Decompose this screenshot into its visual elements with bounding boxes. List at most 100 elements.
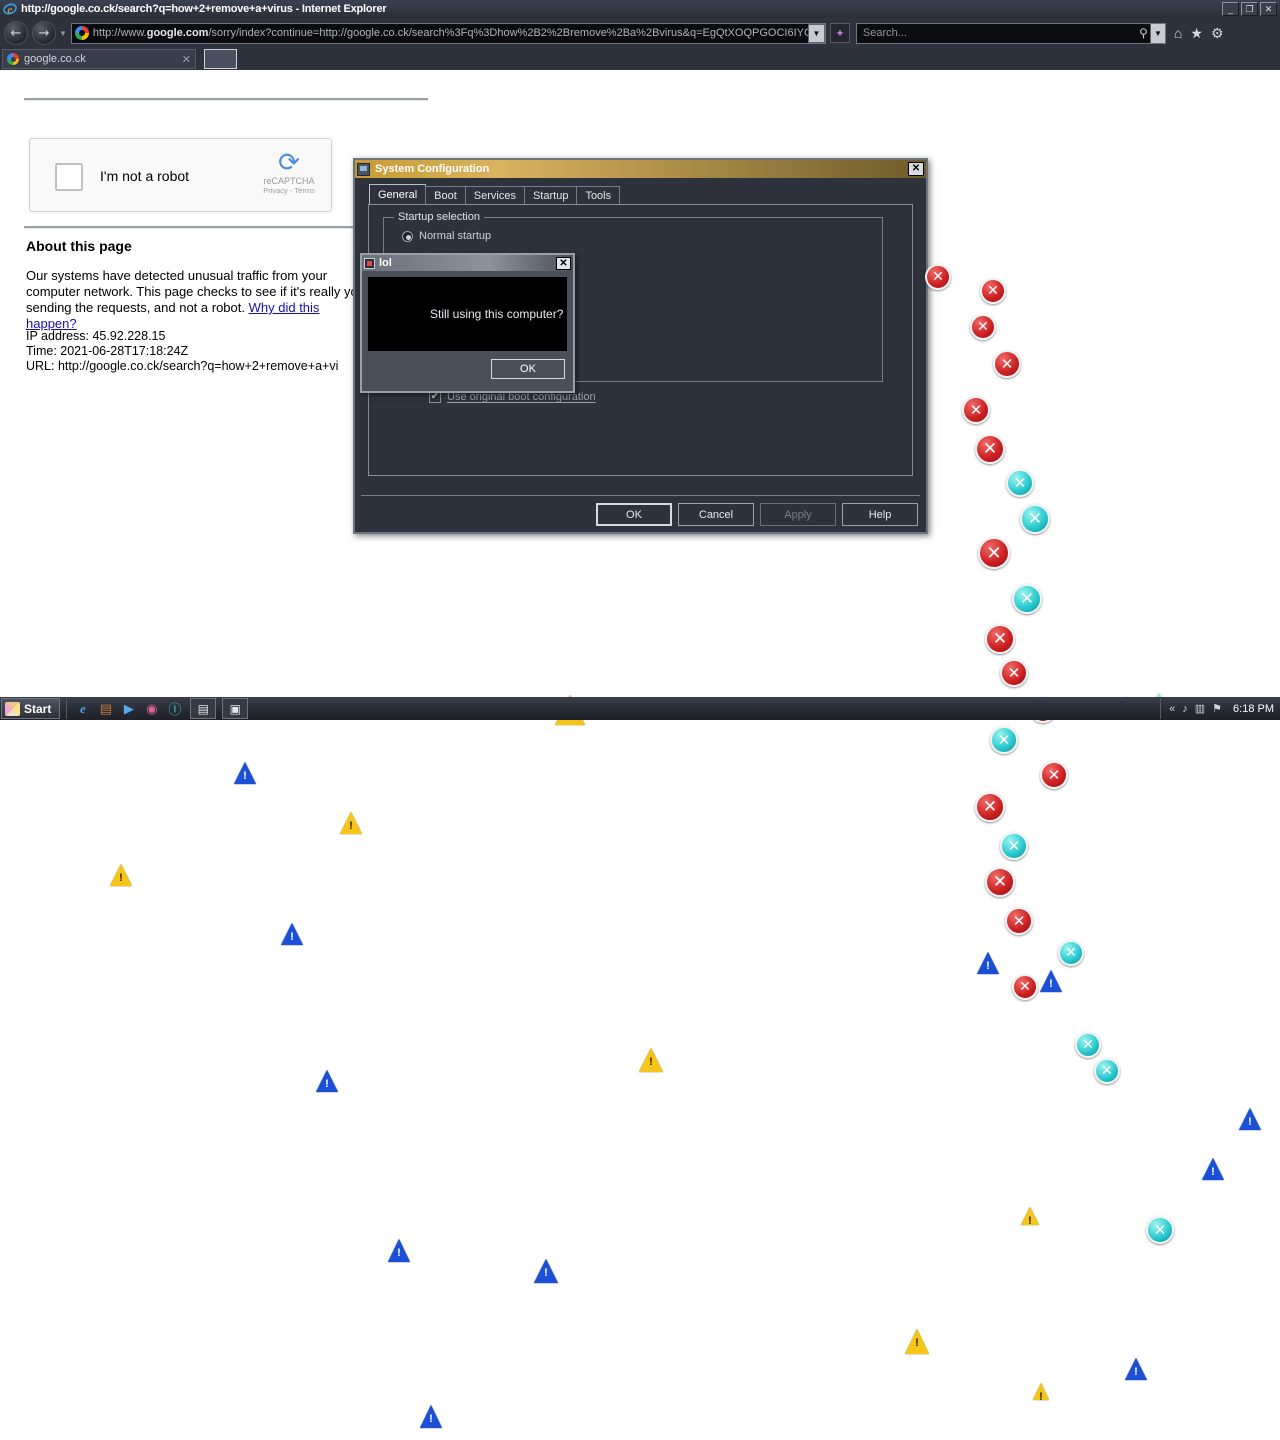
address-bar-text: http://www.google.com/sorry/index?contin… [93, 27, 822, 39]
forward-button[interactable]: → [32, 21, 56, 45]
tab-general[interactable]: General [369, 184, 427, 204]
browser-navigation-bar: ← → ▼ http://www.google.com/sorry/index?… [0, 18, 1280, 48]
search-input[interactable]: Search... [863, 27, 907, 39]
media-player-icon[interactable]: ▶ [119, 699, 138, 718]
taskbar-button-lol[interactable]: ▣ [222, 698, 249, 719]
internet-explorer-icon: e [3, 2, 17, 16]
warning-triangle-icon [1033, 1383, 1049, 1403]
about-paragraph: Our systems have detected unusual traffi… [26, 268, 366, 332]
tab-startup[interactable]: Startup [523, 186, 578, 204]
volume-icon[interactable]: ♪ [1182, 703, 1188, 715]
malware-icon[interactable]: Ⓘ [165, 699, 184, 718]
quick-launch-bar: e ▤ ▶ ◉ Ⓘ [66, 698, 184, 719]
minimize-button[interactable]: _ [1222, 2, 1239, 16]
tab-strip: google.co.ck ✕ [0, 48, 1280, 70]
favorites-star-icon[interactable]: ★ [1190, 26, 1203, 40]
start-button-label: Start [24, 701, 52, 716]
internet-explorer-icon[interactable]: e [73, 699, 92, 718]
cyan-x-icon [1075, 1032, 1101, 1058]
tab-boot[interactable]: Boot [425, 186, 466, 204]
normal-startup-radio[interactable] [402, 230, 413, 242]
taskbar-clock[interactable]: 6:18 PM [1233, 703, 1274, 715]
warning-triangle-icon [110, 864, 132, 886]
maximize-button[interactable]: ❐ [1241, 2, 1258, 16]
recaptcha-refresh-icon: ⟳ [278, 147, 300, 177]
normal-startup-radio-row[interactable]: Normal startup [402, 230, 491, 242]
home-icon[interactable]: ⌂ [1174, 26, 1182, 40]
address-bar[interactable]: http://www.google.com/sorry/index?contin… [70, 22, 826, 44]
gear-icon[interactable]: ⚙ [1211, 26, 1224, 40]
window-title: http://google.co.ck/search?q=how+2+remov… [21, 3, 387, 15]
sysconfig-cancel-button[interactable]: Cancel [678, 503, 754, 526]
info-triangle-icon [420, 1405, 442, 1428]
normal-startup-label: Normal startup [419, 230, 492, 242]
startup-selection-label: Startup selection [394, 211, 484, 223]
sysconfig-help-button[interactable]: Help [842, 503, 918, 526]
search-controls: ⚲ ▼ [1139, 23, 1165, 43]
sysconfig-close-button[interactable]: ✕ [908, 162, 924, 176]
info-triangle-icon [1040, 970, 1062, 992]
sysconfig-ok-button[interactable]: OK [596, 503, 672, 526]
show-hidden-icons-chevron-icon[interactable]: « [1169, 703, 1175, 715]
recaptcha-widget[interactable]: I'm not a robot ⟳ reCAPTCHA Privacy - Te… [29, 138, 332, 212]
refresh-button[interactable]: ✦ [829, 23, 850, 43]
sysconfig-divider [361, 495, 920, 496]
start-button[interactable]: Start [1, 698, 61, 719]
tab-services[interactable]: Services [464, 186, 525, 204]
error-x-icon [1040, 761, 1068, 789]
lol-dialog[interactable]: lol ✕ Still using this computer? OK [360, 253, 575, 393]
tab-tools[interactable]: Tools [576, 186, 621, 204]
sysconfig-tabs: General Boot Services Startup Tools [361, 184, 920, 204]
svg-text:e: e [7, 4, 12, 16]
google-favicon-icon [7, 53, 19, 65]
browser-tab-label: google.co.ck [24, 53, 86, 65]
chevron-down-icon[interactable]: ▼ [59, 29, 67, 38]
window-controls: _ ❐ ✕ [1222, 2, 1277, 16]
address-domain: google.com [146, 27, 209, 39]
error-x-icon [985, 867, 1015, 897]
tab-close-icon[interactable]: ✕ [182, 53, 191, 66]
new-tab-button[interactable] [204, 49, 237, 69]
lol-dialog-title: lol [379, 257, 392, 269]
error-x-icon [1005, 907, 1033, 935]
back-button[interactable]: ← [4, 21, 28, 45]
recaptcha-terms-link[interactable]: Privacy - Terms [261, 186, 317, 195]
recaptcha-checkbox[interactable] [55, 163, 83, 191]
cyan-x-icon [990, 726, 1018, 754]
lol-ok-button[interactable]: OK [491, 359, 565, 379]
browser-tab[interactable]: google.co.ck ✕ [2, 49, 196, 69]
lol-titlebar: lol ✕ [362, 255, 573, 271]
chrome-icon[interactable]: ◉ [142, 699, 161, 718]
taskbar: Start e ▤ ▶ ◉ Ⓘ ▤ ▣ « ♪ ▥ ⚑ 6:18 PM [0, 697, 1280, 720]
warning-triangle-icon [1021, 1207, 1039, 1227]
ip-address-line: IP address: 45.92.228.15 [26, 329, 166, 343]
network-icon[interactable]: ▥ [1195, 702, 1205, 715]
recaptcha-logo-name: reCAPTCHA [263, 176, 315, 186]
divider-top [24, 98, 428, 100]
folder-icon[interactable]: ▤ [96, 699, 115, 718]
cyan-x-icon [1094, 1058, 1120, 1084]
anyrun-watermark: ANY RUN [1033, 682, 1246, 697]
search-dropdown-icon[interactable]: ▼ [1149, 23, 1165, 43]
search-icon[interactable]: ⚲ [1139, 26, 1148, 40]
search-box[interactable]: Search... ⚲ ▼ [855, 22, 1166, 44]
cyan-x-icon [1000, 832, 1028, 860]
lol-close-button[interactable]: ✕ [556, 256, 571, 270]
info-triangle-icon [316, 1070, 338, 1092]
window-titlebar: e http://google.co.ck/search?q=how+2+rem… [0, 0, 1280, 18]
system-tray: « ♪ ▥ ⚑ 6:18 PM [1160, 698, 1278, 719]
address-dropdown-icon[interactable]: ▼ [807, 23, 825, 43]
toolbar-icons: ⌂ ★ ⚙ [1174, 26, 1224, 40]
flag-action-center-icon[interactable]: ⚑ [1212, 702, 1222, 715]
close-button[interactable]: ✕ [1260, 2, 1277, 16]
info-triangle-icon [281, 923, 303, 945]
error-x-icon [975, 792, 1005, 822]
cyan-x-icon [1146, 1216, 1174, 1244]
info-triangle-icon [1202, 1158, 1224, 1180]
google-favicon-icon [74, 26, 89, 40]
sysconfig-title: System Configuration [375, 163, 490, 175]
taskbar-button-sysconfig[interactable]: ▤ [190, 698, 217, 719]
lol-message-text: Still using this computer? [430, 307, 564, 321]
cyan-x-icon [1058, 940, 1084, 966]
info-triangle-icon [534, 1259, 558, 1283]
